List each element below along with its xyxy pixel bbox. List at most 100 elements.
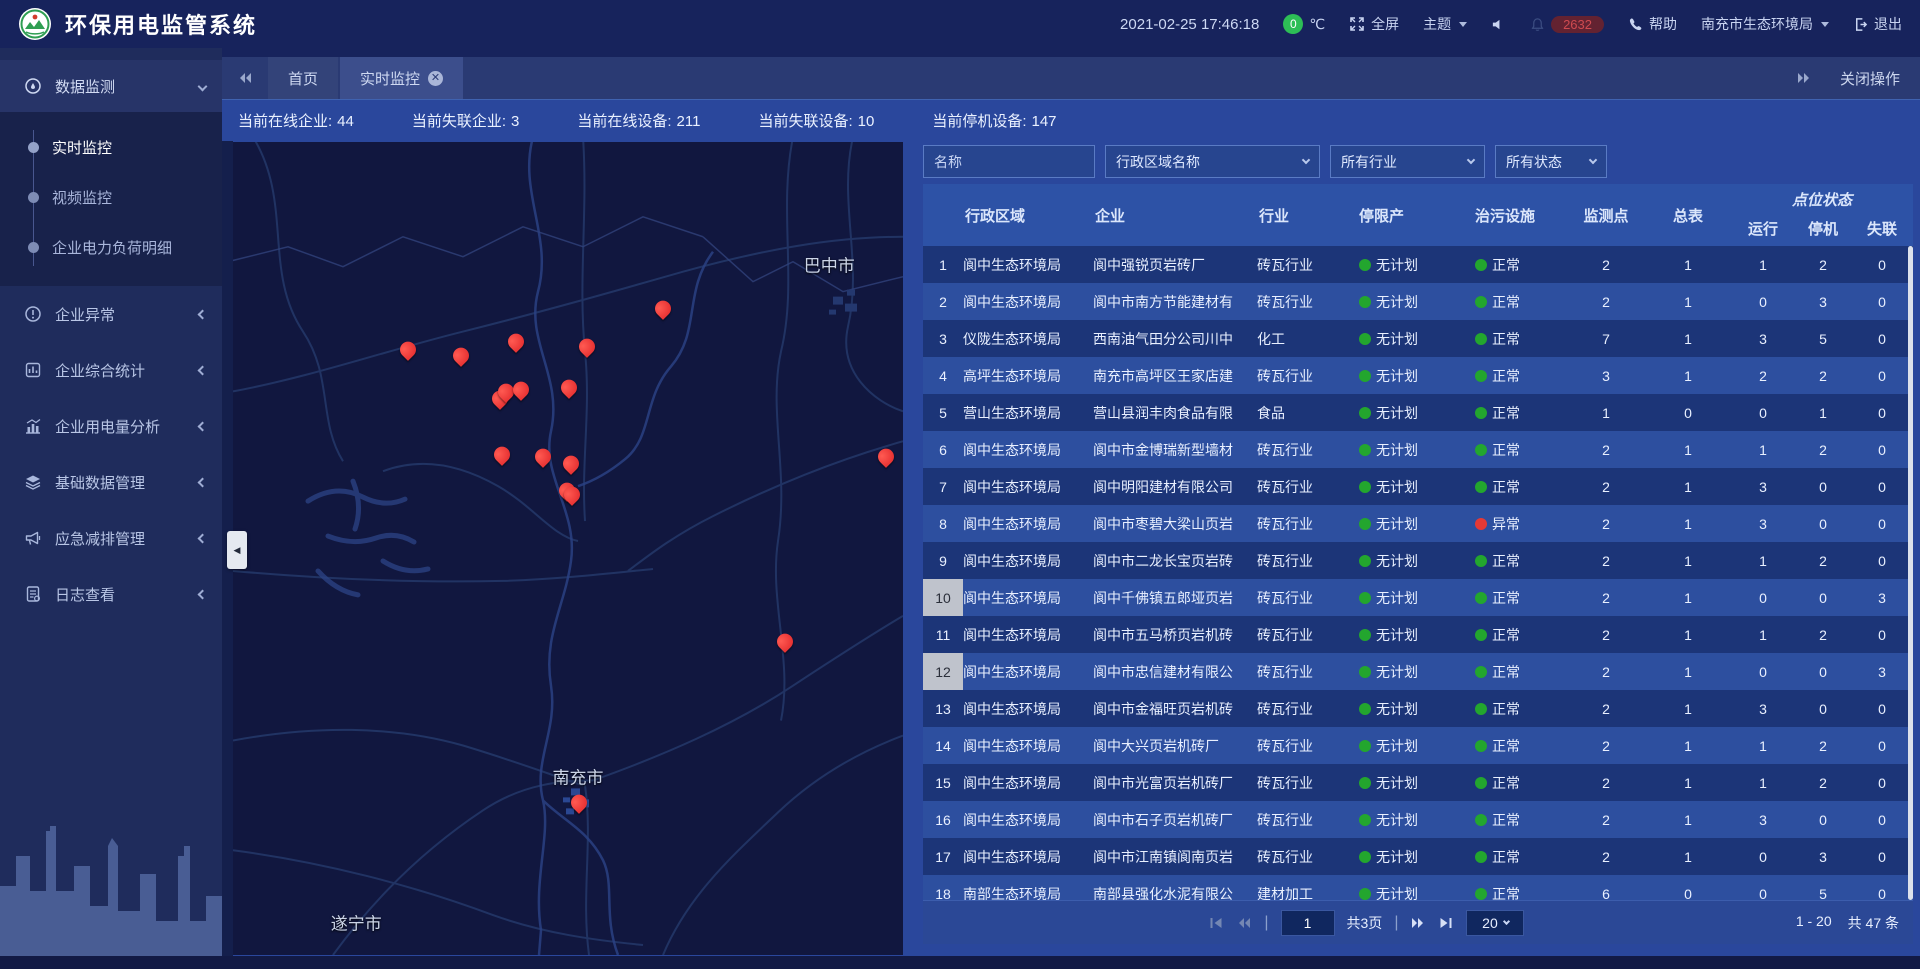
content-area: ◀ bbox=[222, 141, 1920, 956]
sidebar-item-realtime-monitoring[interactable]: 实时监控 bbox=[0, 122, 222, 172]
table-row[interactable]: 4 高坪生态环境局 南充市高坪区王家店建 砖瓦行业 无计划 bbox=[923, 357, 1913, 394]
cell-region: 阆中生态环境局 bbox=[963, 699, 1093, 719]
table-scrollbar[interactable] bbox=[1908, 246, 1913, 900]
logout-button[interactable]: 退出 bbox=[1853, 14, 1902, 34]
cell-running: 0 bbox=[1731, 590, 1795, 606]
cell-region: 阆中生态环境局 bbox=[963, 625, 1093, 645]
status-dot-icon bbox=[1475, 592, 1487, 604]
name-filter-field[interactable] bbox=[923, 145, 1095, 178]
cell-limit-status: 无计划 bbox=[1347, 847, 1463, 867]
table-row[interactable]: 16 阆中生态环境局 阆中市石子页岩机砖厂 砖瓦行业 无计划 bbox=[923, 801, 1913, 838]
close-icon[interactable]: ✕ bbox=[428, 71, 443, 86]
table-row[interactable]: 3 仪陇生态环境局 西南油气田分公司川中 化工 无计划 bbox=[923, 320, 1913, 357]
row-index: 2 bbox=[923, 283, 963, 320]
close-operations-button[interactable]: 关闭操作 bbox=[1840, 68, 1900, 89]
map-canvas[interactable]: 巴中市 南充市 遂宁市 bbox=[233, 142, 903, 955]
table-row[interactable]: 13 阆中生态环境局 阆中市金福旺页岩机砖 砖瓦行业 无计划 bbox=[923, 690, 1913, 727]
table-row[interactable]: 5 营山生态环境局 营山县润丰肉食品有限 食品 无计划 bbox=[923, 394, 1913, 431]
cell-offline: 0 bbox=[1851, 368, 1913, 384]
table-row[interactable]: 8 阆中生态环境局 阆中市枣碧大梁山页岩 砖瓦行业 无计划 bbox=[923, 505, 1913, 542]
status-dot-icon bbox=[1359, 740, 1371, 752]
sidebar-section-data-monitoring[interactable]: 数据监测 bbox=[0, 60, 222, 112]
industry-filter-select[interactable]: 所有行业 bbox=[1330, 145, 1485, 178]
name-filter-input[interactable] bbox=[934, 154, 1084, 170]
status-dot-icon bbox=[1475, 259, 1487, 271]
cell-limit-status: 无计划 bbox=[1347, 366, 1463, 386]
table-row[interactable]: 7 阆中生态环境局 阆中明阳建材有限公司 砖瓦行业 无计划 bbox=[923, 468, 1913, 505]
cell-limit-status: 无计划 bbox=[1347, 255, 1463, 275]
logout-icon bbox=[1853, 17, 1868, 32]
sidebar-collapse-button[interactable]: ◀ bbox=[227, 531, 247, 569]
table-row[interactable]: 10 阆中生态环境局 阆中千佛镇五郎垭页岩 砖瓦行业 无计划 bbox=[923, 579, 1913, 616]
table-row[interactable]: 14 阆中生态环境局 阆中大兴页岩机砖厂 砖瓦行业 无计划 bbox=[923, 727, 1913, 764]
stat-item: 当前失联企业:3 bbox=[412, 110, 520, 131]
cell-offline: 0 bbox=[1851, 775, 1913, 791]
user-name: 南充市生态环境局 bbox=[1701, 14, 1813, 34]
tab-realtime-monitoring[interactable]: 实时监控 ✕ bbox=[340, 57, 463, 99]
cell-region: 阆中生态环境局 bbox=[963, 551, 1093, 571]
table-row[interactable]: 1 阆中生态环境局 阆中强锐页岩砖厂 砖瓦行业 无计划 bbox=[923, 246, 1913, 283]
datetime: 2021-02-25 17:46:18 bbox=[1120, 16, 1259, 33]
cell-points: 2 bbox=[1567, 627, 1645, 643]
region-filter-select[interactable]: 行政区域名称 bbox=[1105, 145, 1320, 178]
cell-points: 2 bbox=[1567, 479, 1645, 495]
chevron-left-icon bbox=[198, 533, 208, 543]
cell-running: 1 bbox=[1731, 442, 1795, 458]
stat-item: 当前在线企业:44 bbox=[238, 110, 354, 131]
cell-points: 2 bbox=[1567, 738, 1645, 754]
page-size-select[interactable]: 20 bbox=[1466, 910, 1524, 936]
stats-board-icon bbox=[24, 361, 42, 379]
row-index: 18 bbox=[923, 875, 963, 900]
pagination-bar: | 1 共3页 | 20 1 - 20 共 47 条 bbox=[923, 900, 1913, 944]
cell-running: 1 bbox=[1731, 738, 1795, 754]
chevron-left-icon bbox=[198, 477, 208, 487]
sidebar-item-enterprise-statistics[interactable]: 企业综合统计 bbox=[0, 342, 222, 398]
table-row[interactable]: 17 阆中生态环境局 阆中市江南镇阆南页岩 砖瓦行业 无计划 bbox=[923, 838, 1913, 875]
cell-industry: 砖瓦行业 bbox=[1257, 514, 1347, 534]
notifications[interactable]: 2632 bbox=[1530, 16, 1604, 33]
table-row[interactable]: 6 阆中生态环境局 阆中市金博瑞新型墙材 砖瓦行业 无计划 bbox=[923, 431, 1913, 468]
page-number-input[interactable]: 1 bbox=[1281, 910, 1335, 936]
table-row[interactable]: 9 阆中生态环境局 阆中市二龙长宝页岩砖 砖瓦行业 无计划 bbox=[923, 542, 1913, 579]
table-row[interactable]: 15 阆中生态环境局 阆中市光富页岩机砖厂 砖瓦行业 无计划 bbox=[923, 764, 1913, 801]
theme-dropdown[interactable]: 主题 bbox=[1423, 14, 1467, 34]
user-dropdown[interactable]: 南充市生态环境局 bbox=[1701, 14, 1829, 34]
sidebar-item-power-load-detail[interactable]: 企业电力负荷明细 bbox=[0, 222, 222, 272]
separator: | bbox=[1394, 914, 1398, 932]
row-index: 3 bbox=[923, 320, 963, 357]
cell-industry: 砖瓦行业 bbox=[1257, 440, 1347, 460]
sidebar-item-emergency-reduction[interactable]: 应急减排管理 bbox=[0, 510, 222, 566]
cell-region: 阆中生态环境局 bbox=[963, 292, 1093, 312]
status-dot-icon bbox=[1475, 444, 1487, 456]
chevron-left-icon bbox=[198, 365, 208, 375]
status-filter-select[interactable]: 所有状态 bbox=[1495, 145, 1607, 178]
next-page-button[interactable] bbox=[1410, 915, 1426, 931]
cell-region: 营山生态环境局 bbox=[963, 403, 1093, 423]
sidebar-item-video-monitoring[interactable]: 视频监控 bbox=[0, 172, 222, 222]
first-page-button[interactable] bbox=[1208, 915, 1224, 931]
last-page-button[interactable] bbox=[1438, 915, 1454, 931]
cell-running: 3 bbox=[1731, 701, 1795, 717]
status-dot-icon bbox=[1475, 703, 1487, 715]
chevron-down-icon bbox=[1459, 22, 1467, 27]
sidebar-item-power-analysis[interactable]: 企业用电量分析 bbox=[0, 398, 222, 454]
column-header-industry: 行业 bbox=[1257, 184, 1347, 246]
sidebar-item-enterprise-abnormal[interactable]: 企业异常 bbox=[0, 286, 222, 342]
sidebar-item-log-view[interactable]: 日志查看 bbox=[0, 566, 222, 622]
cell-region: 仪陇生态环境局 bbox=[963, 329, 1093, 349]
fullscreen-button[interactable]: 全屏 bbox=[1349, 14, 1399, 34]
table-row[interactable]: 11 阆中生态环境局 阆中市五马桥页岩机砖 砖瓦行业 无计划 bbox=[923, 616, 1913, 653]
tab-home[interactable]: 首页 bbox=[268, 57, 338, 99]
help-button[interactable]: 帮助 bbox=[1628, 14, 1677, 34]
table-row[interactable]: 2 阆中生态环境局 阆中市南方节能建材有 砖瓦行业 无计划 bbox=[923, 283, 1913, 320]
sidebar-item-base-data[interactable]: 基础数据管理 bbox=[0, 454, 222, 510]
tabs-scroll-right-button[interactable] bbox=[1796, 70, 1812, 86]
cell-industry: 化工 bbox=[1257, 329, 1347, 349]
row-index: 5 bbox=[923, 394, 963, 431]
sound-button[interactable] bbox=[1491, 17, 1506, 32]
app-window: 环保用电监管系统 2021-02-25 17:46:18 0 ℃ 全屏 主题 2… bbox=[0, 0, 1920, 969]
tabs-scroll-left-button[interactable] bbox=[222, 57, 268, 99]
table-row[interactable]: 12 阆中生态环境局 阆中市忠信建材有限公 砖瓦行业 无计划 bbox=[923, 653, 1913, 690]
prev-page-button[interactable] bbox=[1236, 915, 1252, 931]
table-row[interactable]: 18 南部生态环境局 南部县强化水泥有限公 建材加工 无计划 bbox=[923, 875, 1913, 900]
